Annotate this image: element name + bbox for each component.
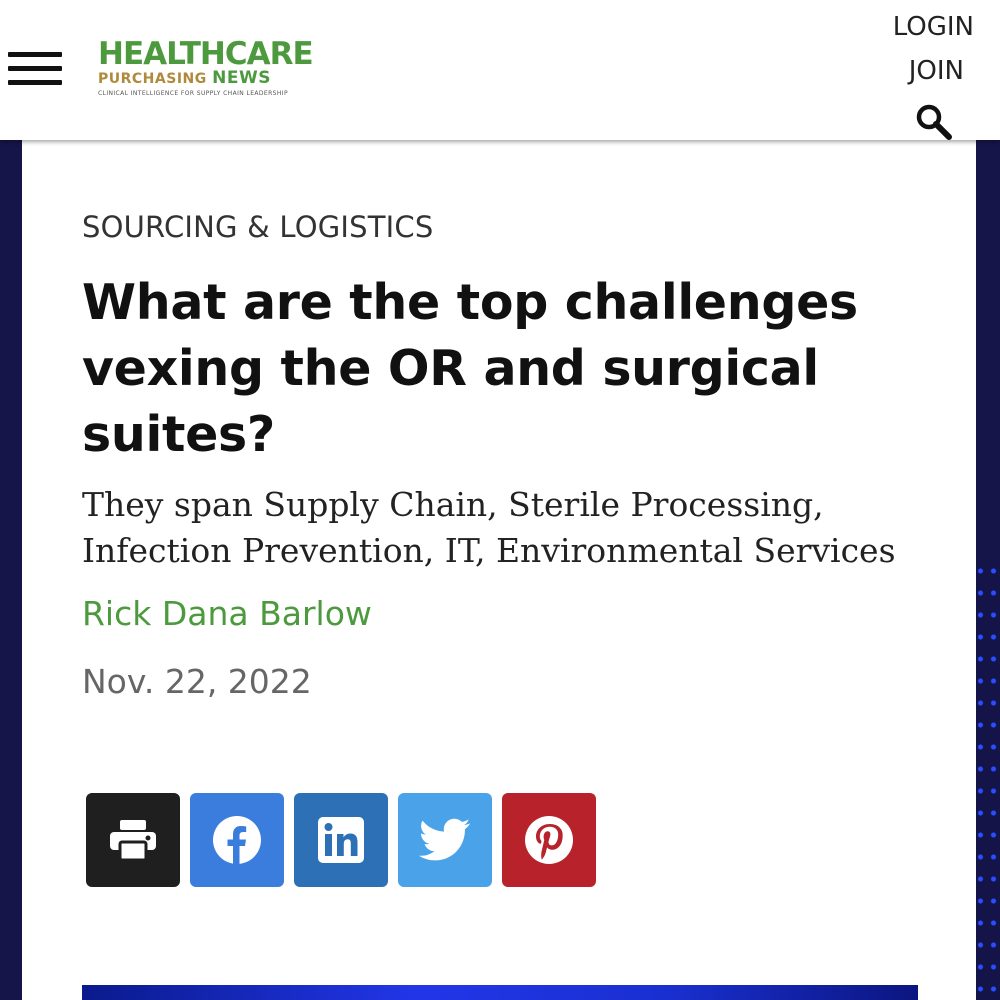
share-buttons <box>86 793 596 887</box>
twitter-icon <box>419 818 470 861</box>
pinterest-button[interactable] <box>502 793 596 887</box>
twitter-button[interactable] <box>398 793 492 887</box>
logo-line1: HEALTHCARE <box>98 36 314 72</box>
linkedin-button[interactable] <box>294 793 388 887</box>
print-icon <box>110 820 156 862</box>
background-pattern <box>974 560 1000 1000</box>
join-link[interactable]: JOIN <box>864 56 964 86</box>
linkedin-icon <box>318 817 364 863</box>
article-date: Nov. 22, 2022 <box>82 662 312 701</box>
article-card: SOURCING & LOGISTICS What are the top ch… <box>22 140 976 1000</box>
hamburger-menu-icon[interactable] <box>8 52 64 88</box>
print-button[interactable] <box>86 793 180 887</box>
article-title: What are the top challenges vexing the O… <box>82 274 858 463</box>
site-logo[interactable]: HEALTHCARE PURCHASING NEWS CLINICAL INTE… <box>98 38 338 108</box>
logo-tagline: CLINICAL INTELLIGENCE FOR SUPPLY CHAIN L… <box>98 90 288 97</box>
facebook-button[interactable] <box>190 793 284 887</box>
facebook-icon <box>213 816 261 864</box>
login-link[interactable]: LOGIN <box>874 12 974 42</box>
logo-line2: PURCHASING NEWS <box>98 68 271 88</box>
search-icon[interactable] <box>914 102 954 142</box>
article-subtitle: They span Supply Chain, Sterile Processi… <box>82 485 896 570</box>
article-category[interactable]: SOURCING & LOGISTICS <box>82 210 434 244</box>
hero-image <box>82 985 918 1000</box>
site-header: HEALTHCARE PURCHASING NEWS CLINICAL INTE… <box>0 0 1000 140</box>
pinterest-icon <box>525 816 573 864</box>
article-author[interactable]: Rick Dana Barlow <box>82 594 372 633</box>
